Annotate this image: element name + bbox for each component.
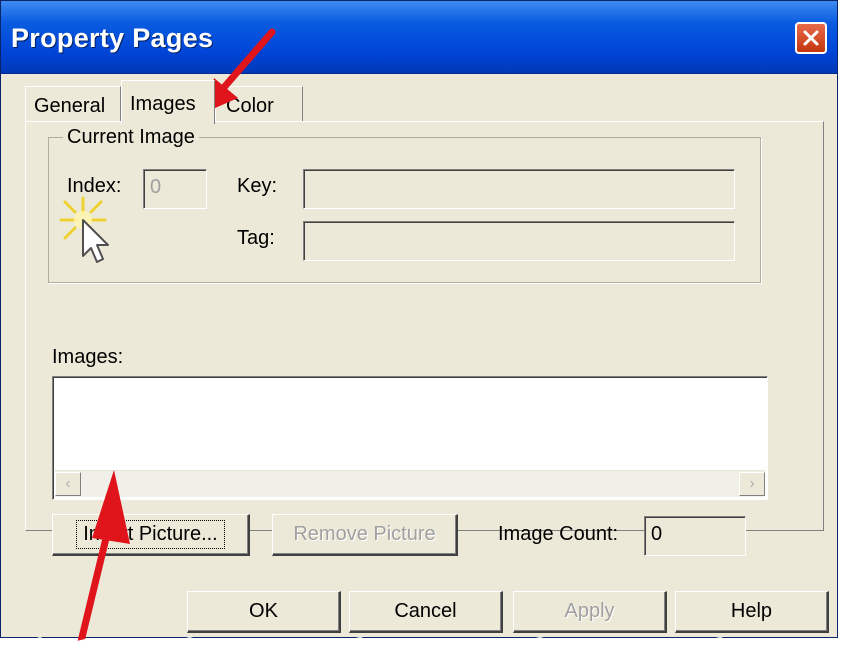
help-label: Help [730, 600, 773, 622]
tab-general-label: General [34, 95, 106, 117]
ok-label: OK [249, 600, 278, 622]
image-count-field[interactable]: 0 [644, 516, 746, 556]
help-button[interactable]: Help [675, 591, 829, 633]
apply-button[interactable]: Apply [513, 591, 667, 633]
key-field[interactable] [303, 169, 735, 209]
image-count-label: Image Count: [498, 523, 618, 546]
tag-label: Tag: [237, 227, 275, 250]
key-label-text: Key: [237, 175, 278, 197]
title-bar[interactable]: Property Pages [1, 1, 837, 74]
images-listbox[interactable]: ‹ › [52, 376, 768, 500]
images-label-text: Images: [52, 346, 124, 368]
annotation-arrow-icon [74, 470, 130, 655]
tab-images-label: Images [130, 93, 196, 115]
index-value: 0 [150, 176, 162, 198]
ok-button[interactable]: OK [187, 591, 341, 633]
apply-label: Apply [564, 600, 615, 622]
current-image-legend: Current Image [63, 126, 199, 149]
image-count-label-text: Image Count: [498, 523, 619, 545]
index-field[interactable]: 0 [143, 169, 207, 209]
current-image-group: Current Image Index: 0 Key: Tag: [48, 126, 761, 283]
horizontal-scrollbar[interactable]: ‹ › [55, 470, 765, 497]
cancel-label: Cancel [394, 600, 457, 622]
remove-picture-button[interactable]: Remove Picture [272, 514, 458, 556]
close-icon[interactable] [795, 22, 827, 54]
images-label: Images: [52, 346, 123, 369]
tab-images[interactable]: Images [121, 80, 215, 124]
cancel-button[interactable]: Cancel [349, 591, 503, 633]
remove-picture-label: Remove Picture [293, 523, 436, 545]
tag-label-text: Tag: [237, 227, 275, 249]
tag-field[interactable] [303, 221, 735, 261]
key-label: Key: [237, 175, 277, 198]
tab-general[interactable]: General [25, 86, 121, 122]
image-count-value: 0 [651, 523, 663, 545]
mouse-cursor-icon [59, 196, 109, 263]
torn-edge-decoration [0, 637, 841, 655]
scroll-right-icon[interactable]: › [739, 472, 765, 496]
